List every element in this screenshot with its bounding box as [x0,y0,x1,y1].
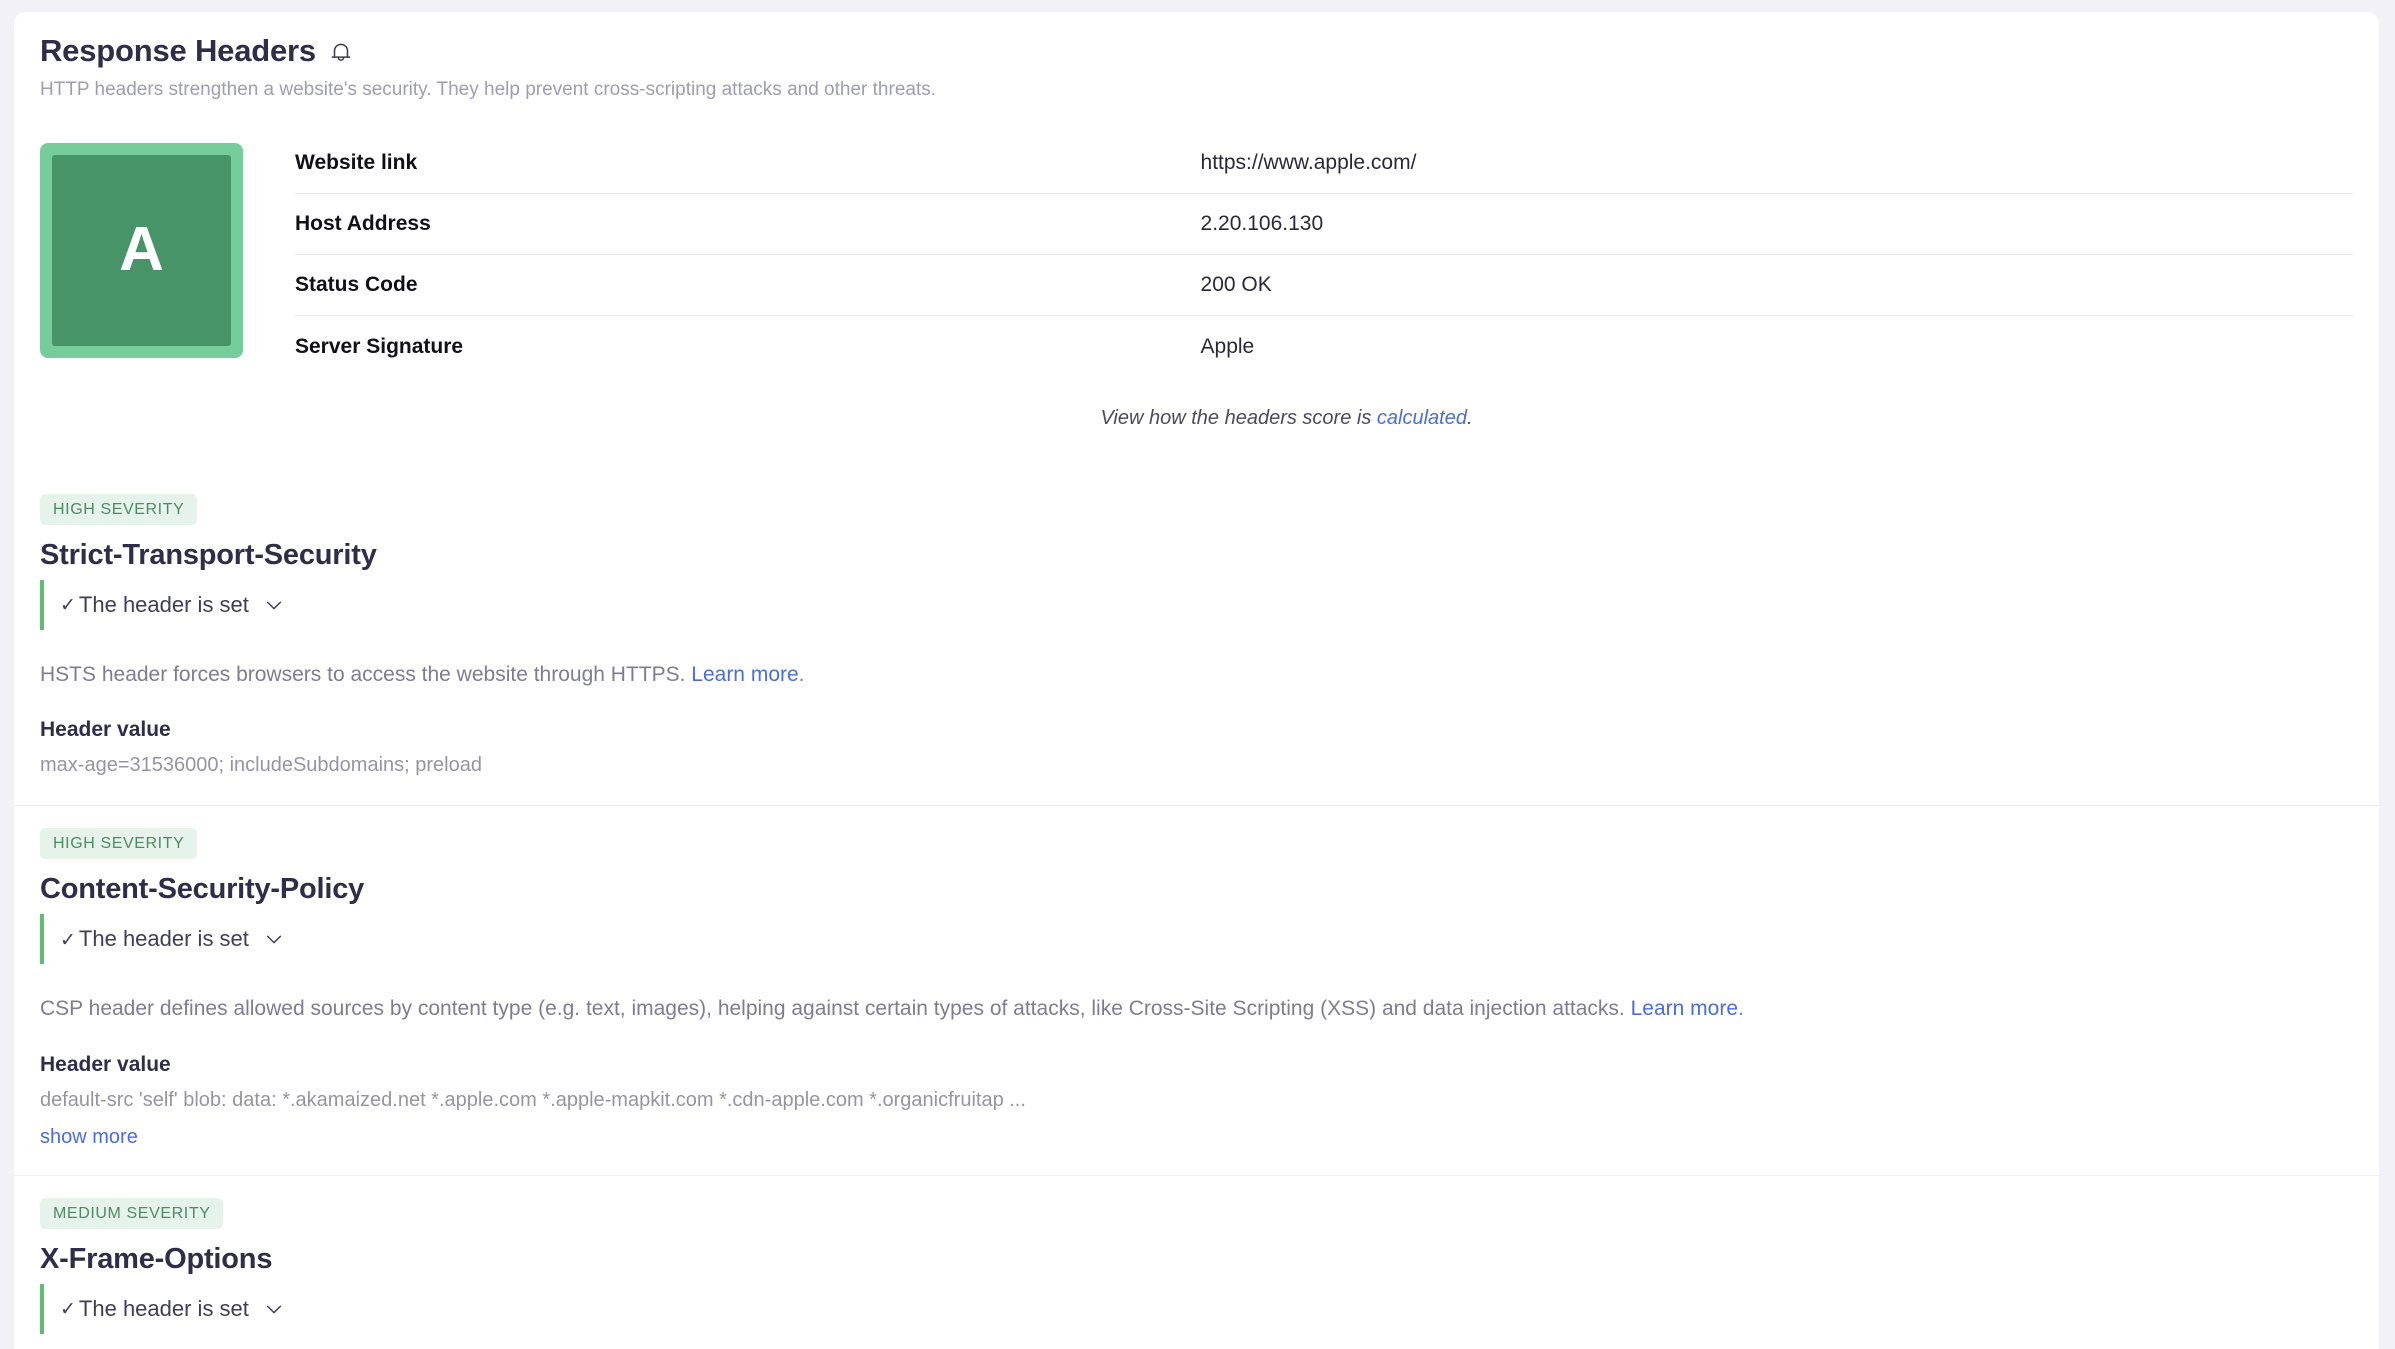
header-sections: HIGH SEVERITY Strict-Transport-Security … [14,472,2379,1349]
header-name: Content-Security-Policy [40,873,365,906]
info-value: 200 OK [1200,254,2353,317]
header-status-text: ✓ The header is set [60,926,249,952]
site-info-table: Website link https://www.apple.com/ Host… [295,132,2353,377]
chevron-down-icon[interactable] [263,928,285,950]
page-subtitle: HTTP headers strengthen a website's secu… [40,79,937,101]
info-label: Host Address [295,193,1201,256]
page-title: Response Headers [40,33,316,68]
grade-badge: A [40,142,243,358]
header-value: default-src 'self' blob: data: *.akamaiz… [40,1088,1026,1111]
header-status-row[interactable]: ✓ The header is set [40,579,285,630]
response-headers-card: Response Headers HTTP headers strengthen… [14,12,2379,1349]
header-status-text: ✓ The header is set [60,1296,249,1322]
check-icon: ✓ [60,929,76,951]
severity-badge: HIGH SEVERITY [40,493,198,525]
table-row: Server Signature Apple [295,316,2353,377]
header-value-label: Header value [40,718,171,742]
info-label: Server Signature [295,334,464,358]
table-row: Host Address 2.20.106.130 [295,193,2353,256]
info-value: Apple [1200,334,1255,358]
info-value: 2.20.106.130 [1200,193,2353,256]
score-calculation-note: View how the headers score is calculated… [194,377,2379,430]
learn-more-link[interactable]: Learn more [691,663,798,686]
calculated-link[interactable]: calculated [1377,407,1467,429]
header-value: max-age=31536000; includeSubdomains; pre… [40,754,482,777]
status-label: The header is set [78,926,249,952]
header-status-row[interactable]: ✓ The header is set [40,914,285,965]
table-row: Status Code 200 OK [295,254,2353,317]
header-status-row[interactable]: ✓ The header is set [40,1283,285,1334]
table-row: Website link https://www.apple.com/ [295,132,2353,195]
check-icon: ✓ [60,1299,76,1321]
header-name: Strict-Transport-Security [40,538,377,571]
info-label: Status Code [295,254,1201,317]
info-value: https://www.apple.com/ [1200,132,2353,195]
check-icon: ✓ [60,595,76,617]
description-end: . [1738,997,1744,1021]
header-section-x-frame-options: MEDIUM SEVERITY X-Frame-Options ✓ The he… [14,1174,2379,1349]
severity-badge: MEDIUM SEVERITY [40,1197,224,1229]
chevron-down-icon[interactable] [263,594,285,616]
chevron-down-icon[interactable] [263,1298,285,1320]
grade-letter: A [119,215,164,285]
header-name: X-Frame-Options [40,1242,273,1275]
status-label: The header is set [78,1295,249,1321]
severity-badge: HIGH SEVERITY [40,828,198,860]
header-section-content-security-policy: HIGH SEVERITY Content-Security-Policy ✓ … [14,805,2379,1174]
calc-note-end: . [1466,406,1473,429]
info-label: Website link [295,132,1201,195]
header-value-label: Header value [40,1052,171,1076]
page-background: Response Headers HTTP headers strengthen… [0,0,2395,1349]
learn-more-link[interactable]: Learn more [1631,997,1738,1020]
grade-badge-inner: A [52,154,231,346]
status-label: The header is set [78,591,249,617]
description-text: CSP header defines allowed sources by co… [40,997,1631,1021]
header-status-text: ✓ The header is set [60,592,249,618]
header-description: HSTS header forces browsers to access th… [40,660,2353,690]
header-description: CSP header defines allowed sources by co… [40,994,2353,1024]
summary-block: A Website link https://www.apple.com/ Ho… [14,103,2379,377]
show-more-link[interactable]: show more [40,1126,138,1149]
calc-note-text: View how the headers score is [1100,406,1377,429]
bell-icon [328,40,354,66]
description-end: . [798,662,805,686]
card-header: Response Headers HTTP headers strengthen… [14,12,2379,103]
header-section-strict-transport-security: HIGH SEVERITY Strict-Transport-Security … [14,472,2379,805]
title-row: Response Headers [40,33,2353,68]
description-text: HSTS header forces browsers to access th… [40,662,692,686]
